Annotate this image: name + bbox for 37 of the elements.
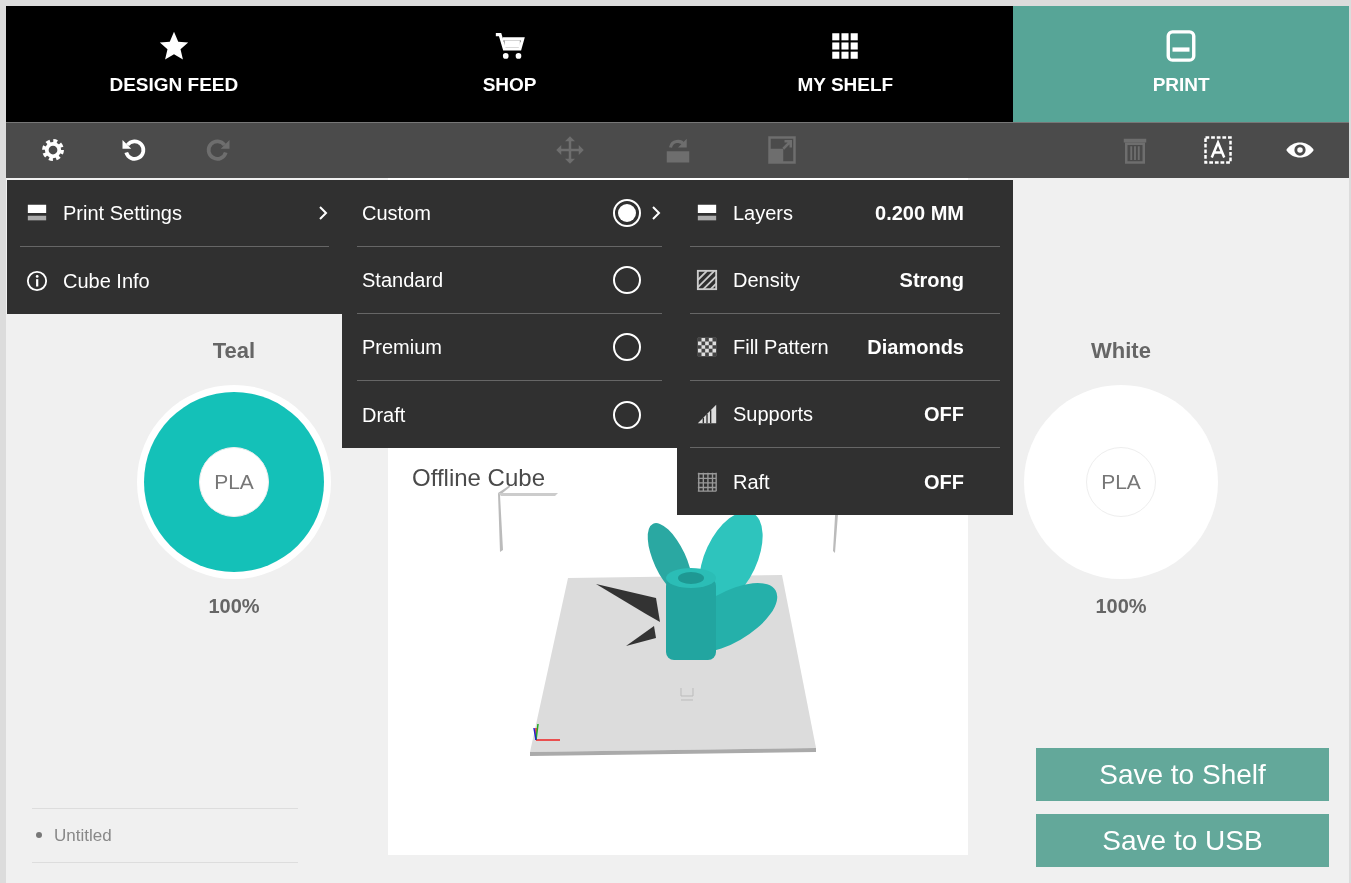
- setting-label: Density: [733, 268, 801, 293]
- radio-button[interactable]: [612, 198, 642, 228]
- setting-value: Diamonds: [867, 335, 964, 360]
- material-label: PLA: [199, 447, 269, 517]
- filament-color-name: White: [1091, 337, 1151, 365]
- quality-option[interactable]: Standard: [357, 247, 662, 314]
- text-label-icon: [1203, 135, 1233, 165]
- radio-button[interactable]: [612, 265, 642, 295]
- setting-value: OFF: [924, 402, 964, 427]
- setting-value: OFF: [924, 469, 964, 495]
- supports-icon: [696, 403, 718, 425]
- quality-option[interactable]: Draft: [357, 381, 662, 448]
- material-label: PLA: [1086, 447, 1156, 517]
- filament-color-name: Teal: [212, 337, 256, 365]
- info-icon: [26, 269, 48, 292]
- radio-button[interactable]: [612, 399, 642, 430]
- menu-item[interactable]: Cube Info: [20, 247, 329, 314]
- chevron-right-icon: [650, 204, 662, 222]
- scale-icon: [767, 135, 797, 165]
- hatched-square-icon: [696, 269, 718, 291]
- setting-label: Raft: [733, 469, 771, 495]
- radio-button[interactable]: [612, 332, 642, 362]
- bullet-icon: [36, 832, 42, 839]
- quality-option[interactable]: Premium: [357, 314, 662, 381]
- checkerboard-icon: [696, 336, 718, 358]
- setting-value: Strong: [899, 268, 964, 293]
- quality-option[interactable]: Custom: [357, 180, 662, 247]
- grid-icon: [696, 470, 718, 493]
- setting-value: 0.200 MM: [875, 201, 964, 226]
- setting-label: Layers: [733, 201, 795, 226]
- move-icon: [555, 135, 585, 165]
- viewport-title: Offline Cube: [412, 463, 545, 493]
- menu-item[interactable]: Print Settings: [20, 180, 329, 247]
- filament-percent: 100%: [208, 594, 260, 619]
- setting-label: Fill Pattern: [733, 335, 830, 360]
- filament-percent: 100%: [1095, 594, 1147, 619]
- setting-label: Supports: [733, 402, 815, 427]
